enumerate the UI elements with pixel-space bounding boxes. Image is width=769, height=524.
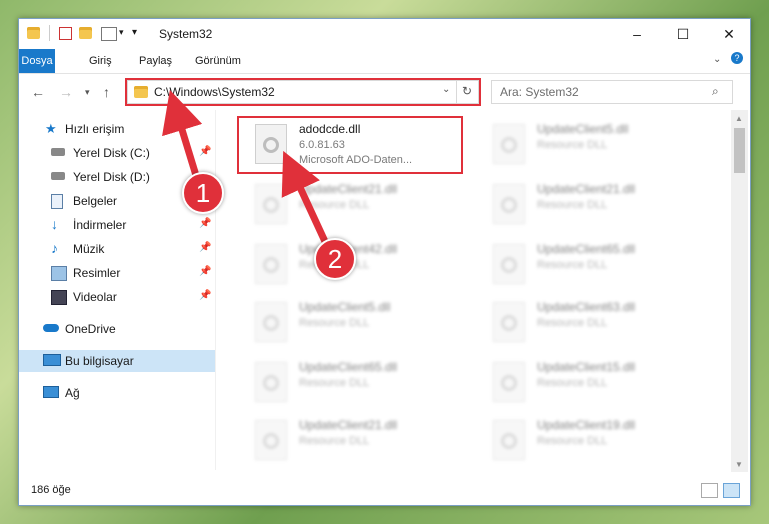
annotation-overlay <box>162 89 332 250</box>
annotation-arrow-1 <box>162 89 203 184</box>
annotation-badge-2: 2 <box>314 238 356 280</box>
annotation-badge-1: 1 <box>182 172 224 214</box>
annotation-arrow-2 <box>281 150 332 250</box>
